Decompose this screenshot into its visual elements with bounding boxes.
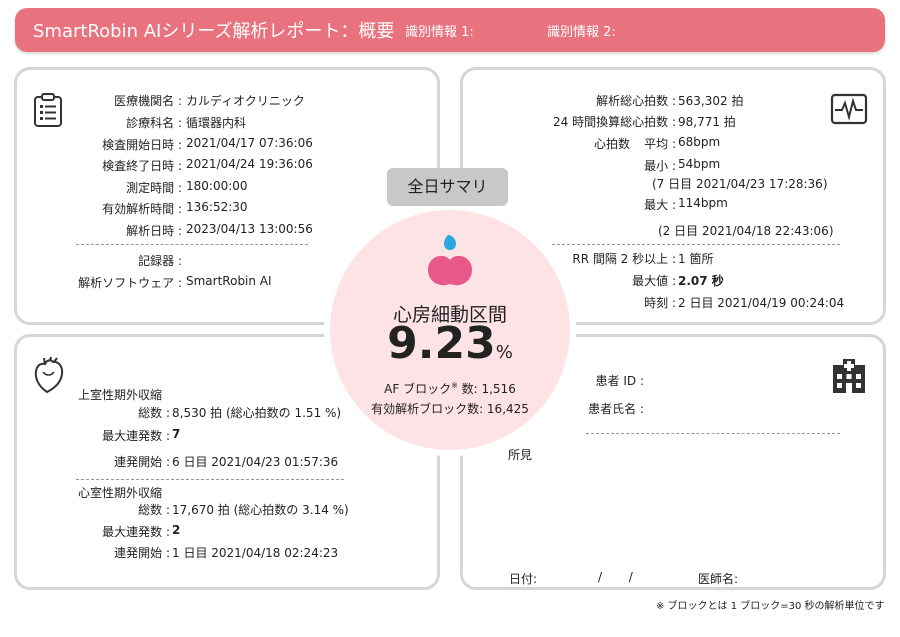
hr-max-value: 114bpm — [678, 196, 728, 210]
date-separators: / / — [598, 570, 633, 584]
af-percentage-unit: % — [495, 342, 513, 363]
exam-row-label: 有効解析時間 : — [102, 202, 182, 216]
beats-24h-label: 24 時間換算総心拍数 : — [553, 115, 676, 129]
hr-min-label: 最小 : — [644, 159, 676, 173]
v-total-label: 総数 : — [138, 503, 170, 517]
rr-interval-value: 1 箇所 — [678, 252, 714, 266]
patient-id-label: 患者 ID : — [595, 374, 644, 388]
footnote: ※ ブロックとは 1 ブロック=30 秒の解析単位です — [656, 601, 885, 612]
exam-row-value: カルディオクリニック — [186, 94, 305, 108]
report-header: SmartRobin AIシリーズ解析レポート：概要 識別情報 1: 識別情報 … — [15, 8, 885, 52]
clipboard-icon — [33, 92, 63, 128]
exam-divider — [76, 244, 308, 245]
exam-row-label: 検査終了日時 : — [102, 159, 182, 173]
exam-row-value: 136:52:30 — [186, 200, 248, 214]
sv-run-start-value: 6 日目 2021/04/23 01:57:36 — [172, 455, 339, 469]
beats-24h-value: 98,771 拍 — [678, 115, 736, 129]
total-beats-label: 解析総心拍数 : — [596, 94, 676, 108]
af-block-label: AF ブロック — [384, 382, 452, 396]
patient-name-label: 患者氏名 : — [588, 402, 644, 416]
date-label: 日付: — [509, 572, 538, 586]
af-percentage-value: 9.23 — [387, 318, 496, 369]
exam-row-label: 解析日時 : — [126, 224, 182, 238]
findings-label: 所見 — [508, 448, 533, 462]
patient-divider — [586, 433, 840, 434]
exam-row-value: 循環器内科 — [186, 116, 247, 130]
v-max-run-value: 2 — [172, 523, 181, 537]
sv-ectopic-title: 上室性期外収縮 — [78, 388, 163, 402]
sv-max-run-label: 最大連発数 : — [102, 429, 170, 443]
hr-average-value: 68bpm — [678, 135, 721, 149]
af-block-value: 数: 1,516 — [457, 382, 516, 396]
af-percentage: 9.23% — [330, 318, 570, 369]
exam-row-label: 検査開始日時 : — [102, 138, 182, 152]
software-label: 解析ソフトウェア : — [78, 276, 182, 290]
exam-row-label: 医療機関名 : — [114, 94, 182, 108]
v-ectopic-title: 心室性期外収縮 — [78, 486, 163, 500]
total-beats-value: 563,302 拍 — [678, 94, 744, 108]
exam-row-value: 180:00:00 — [186, 179, 248, 193]
af-block-count: AF ブロック※ 数: 1,516 — [330, 380, 570, 397]
hr-min-value: 54bpm — [678, 157, 721, 171]
sv-run-start-label: 連発開始 : — [114, 455, 170, 469]
identifier-2-label: 識別情報 2: — [547, 25, 616, 40]
v-total-value: 17,670 拍 (総心拍数の 3.14 %) — [172, 503, 349, 517]
report-title: SmartRobin AIシリーズ解析レポート：概要 — [33, 21, 395, 42]
exam-row-value: 2021/04/17 07:36:06 — [186, 136, 313, 150]
sv-max-run-value: 7 — [172, 427, 181, 441]
heart-icon — [33, 356, 65, 394]
blood-drop-icon — [426, 232, 474, 292]
software-value: SmartRobin AI — [186, 274, 272, 288]
ecg-monitor-icon — [830, 93, 868, 125]
exam-row-value: 2023/04/13 13:00:56 — [186, 222, 313, 236]
hr-average-label: 平均 : — [644, 137, 676, 151]
sv-total-value: 8,530 拍 (総心拍数の 1.51 %) — [172, 406, 342, 420]
rr-time-value: 2 日目 2021/04/19 00:24:04 — [678, 296, 845, 310]
exam-row-value: 2021/04/24 19:36:06 — [186, 157, 313, 171]
v-run-start-value: 1 日目 2021/04/18 02:24:23 — [172, 546, 339, 560]
hospital-icon — [830, 357, 868, 395]
af-block-mark: ※ — [451, 381, 458, 390]
ectopic-divider — [76, 479, 344, 480]
hr-max-label: 最大 : — [644, 198, 676, 212]
valid-block-count: 有効解析ブロック数: 16,425 — [371, 402, 529, 416]
v-run-start-label: 連発開始 : — [114, 546, 170, 560]
recorder-label: 記録器 : — [138, 254, 182, 268]
exam-row-label: 診療科名 : — [126, 116, 182, 130]
rr-interval-label: RR 間隔 2 秒以上 : — [572, 252, 676, 266]
all-day-summary-button[interactable]: 全日サマリ — [387, 168, 508, 206]
sv-total-label: 総数 : — [138, 406, 170, 420]
heart-divider — [552, 244, 840, 245]
doctor-name-label: 医師名: — [698, 572, 739, 586]
hr-max-time: (2 日目 2021/04/18 22:43:06) — [658, 224, 834, 238]
identifier-1-label: 識別情報 1: — [405, 25, 474, 40]
hr-min-time: (7 日目 2021/04/23 17:28:36) — [652, 177, 828, 191]
rr-max-value: 2.07 秒 — [678, 274, 724, 288]
exam-row-label: 測定時間 : — [126, 181, 182, 195]
v-max-run-label: 最大連発数 : — [102, 525, 170, 539]
